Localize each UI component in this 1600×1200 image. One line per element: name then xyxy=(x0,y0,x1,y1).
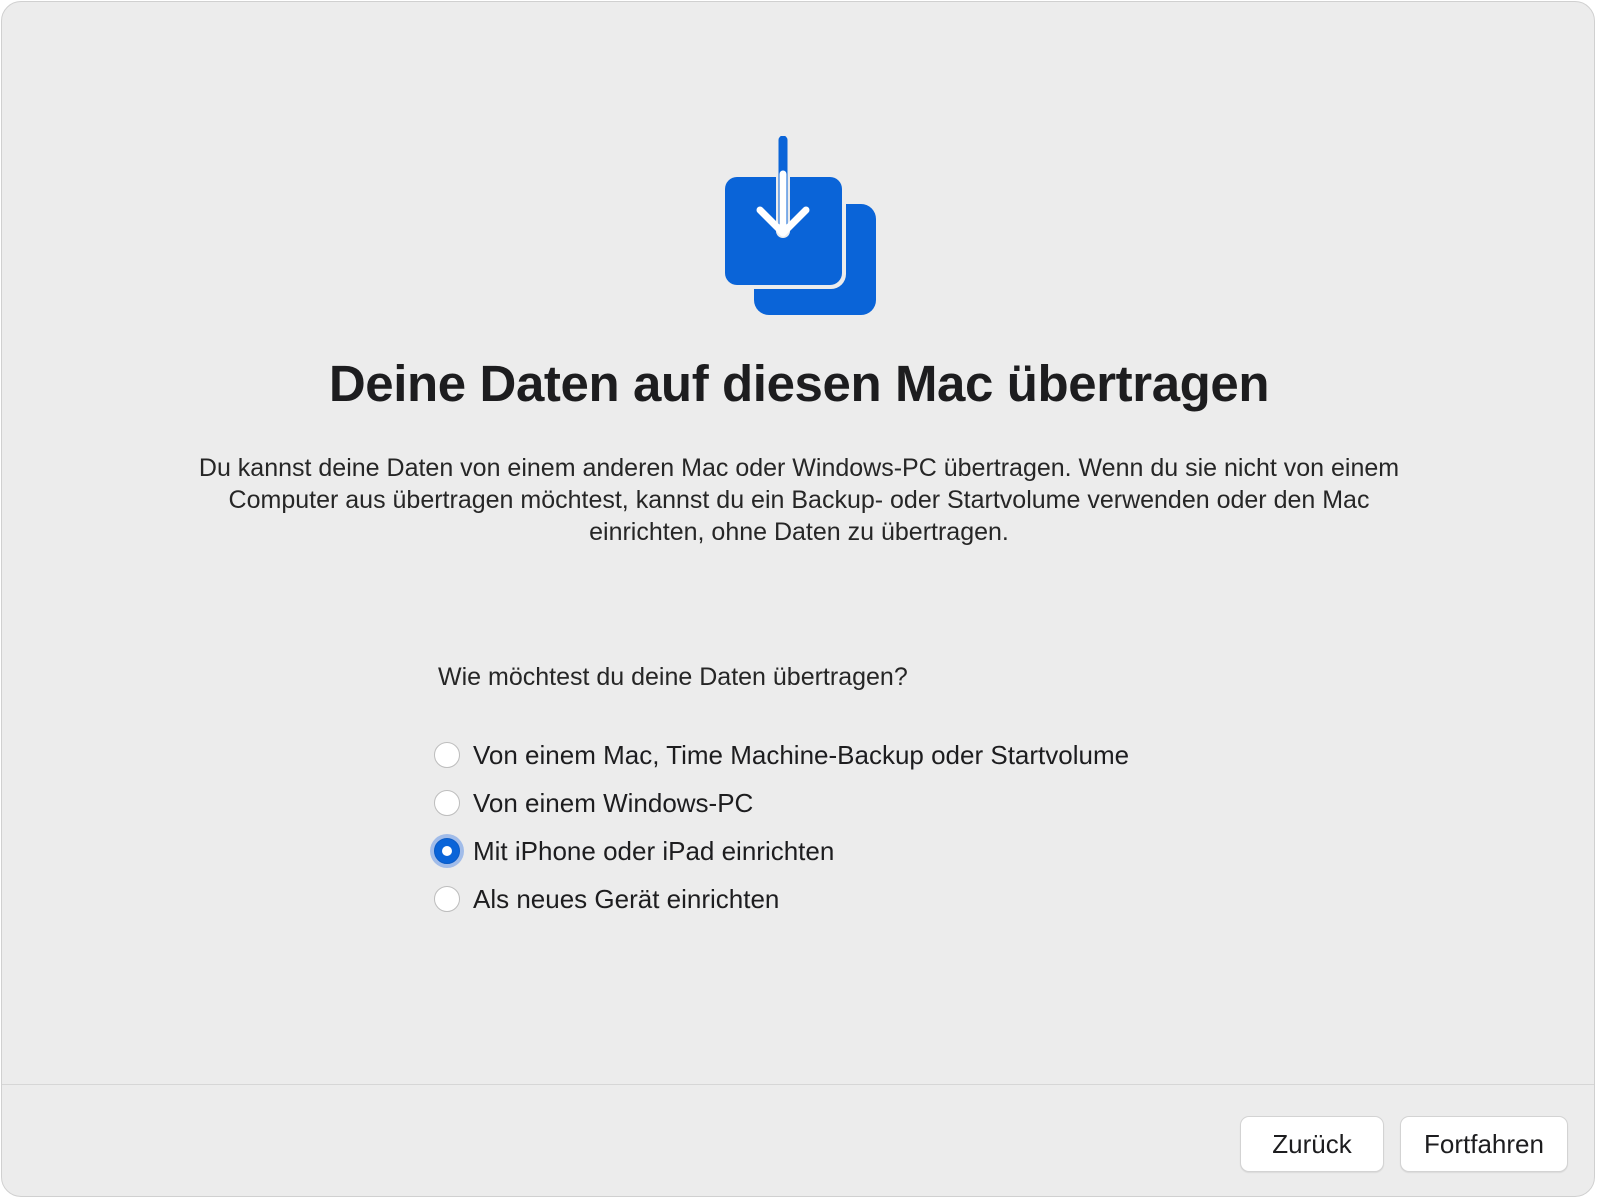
page-title: Deine Daten auf diesen Mac übertragen xyxy=(328,355,1270,412)
transfer-question: Wie möchtest du deine Daten übertragen? xyxy=(438,663,908,691)
radio-new-device[interactable] xyxy=(434,886,460,912)
option-label: Von einem Mac, Time Machine-Backup oder … xyxy=(473,739,1130,770)
setup-assistant-window: Deine Daten auf diesen Mac übertragen Du… xyxy=(1,1,1595,1197)
option-new-device[interactable]: Als neues Gerät einrichten xyxy=(430,875,1129,923)
option-label: Als neues Gerät einrichten xyxy=(473,883,780,914)
migration-download-icon xyxy=(718,136,876,315)
option-windows-pc[interactable]: Von einem Windows-PC xyxy=(430,779,1129,827)
option-mac-backup[interactable]: Von einem Mac, Time Machine-Backup oder … xyxy=(430,731,1129,779)
transfer-options: Von einem Mac, Time Machine-Backup oder … xyxy=(430,731,1129,923)
option-iphone-ipad[interactable]: Mit iPhone oder iPad einrichten xyxy=(430,827,1129,875)
continue-button[interactable]: Fortfahren xyxy=(1400,1116,1568,1172)
option-label: Mit iPhone oder iPad einrichten xyxy=(473,835,835,866)
radio-windows-pc[interactable] xyxy=(434,790,460,816)
footer-divider xyxy=(2,1084,1594,1085)
option-label: Von einem Windows-PC xyxy=(473,787,754,818)
page-description: Du kannst deine Daten von einem anderen … xyxy=(198,454,1400,546)
radio-iphone-ipad[interactable] xyxy=(434,838,460,864)
radio-mac-backup[interactable] xyxy=(434,742,460,768)
back-button[interactable]: Zurück xyxy=(1240,1116,1384,1172)
